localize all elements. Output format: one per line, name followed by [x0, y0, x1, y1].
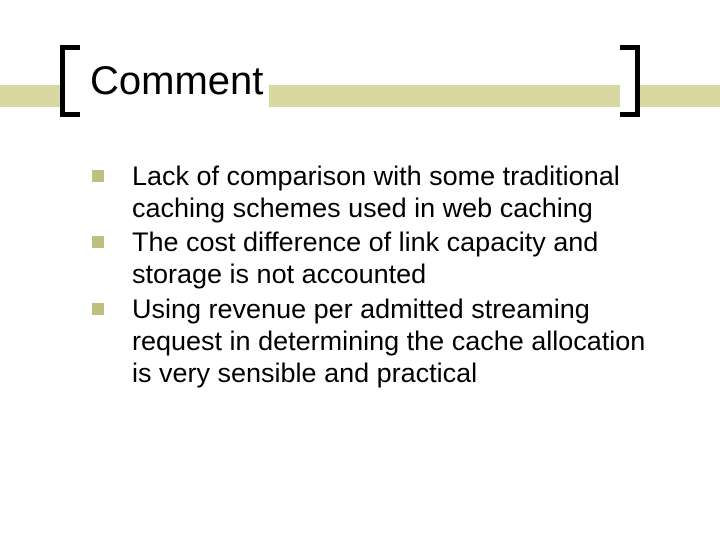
bullet-text: Lack of comparison with some traditional…: [132, 160, 672, 224]
square-bullet-icon: [92, 170, 104, 182]
title-block: Comment: [60, 45, 269, 117]
list-item: Lack of comparison with some traditional…: [92, 160, 672, 224]
bracket-left-icon: [60, 45, 80, 117]
square-bullet-icon: [92, 236, 104, 248]
bracket-right-icon: [620, 45, 640, 117]
bullet-text: The cost difference of link capacity and…: [132, 226, 672, 290]
square-bullet-icon: [92, 303, 104, 315]
bracket-right-wrap: [620, 45, 640, 122]
list-item: Using revenue per admitted streaming req…: [92, 293, 672, 389]
list-item: The cost difference of link capacity and…: [92, 226, 672, 290]
bullet-list: Lack of comparison with some traditional…: [92, 160, 672, 391]
bullet-text: Using revenue per admitted streaming req…: [132, 293, 672, 389]
slide-title: Comment: [80, 45, 269, 117]
